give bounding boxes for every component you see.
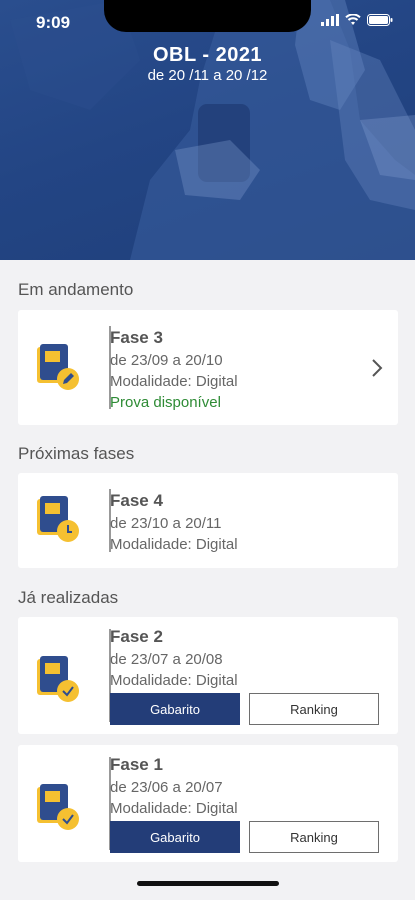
gabarito-button[interactable]: Gabarito	[110, 693, 240, 725]
phase-status: Prova disponível	[110, 394, 221, 411]
phase-mode: Modalidade: Digital	[110, 672, 238, 689]
phase-dates: de 23/10 a 20/11	[110, 515, 222, 532]
status-time: 9:09	[36, 13, 71, 32]
phase-info: Fase 4 de 23/10 a 20/11 Modalidade: Digi…	[110, 491, 238, 553]
phase-dates: de 23/09 a 20/10	[110, 352, 223, 369]
home-indicator[interactable]	[137, 881, 279, 886]
page-subtitle: de 20 /11 a 20 /12	[147, 67, 268, 84]
section-in-progress: Em andamento	[18, 280, 134, 299]
page-title: OBL - 2021	[152, 44, 263, 66]
phase-card-fase3[interactable]: Fase 3 de 23/09 a 20/10 Modalidade: Digi…	[18, 310, 398, 425]
phase-name: Fase 2	[110, 627, 163, 646]
phase-dates: de 23/07 a 20/08	[110, 651, 223, 668]
battery-icon	[367, 14, 393, 26]
ranking-button[interactable]: Ranking	[249, 821, 379, 853]
phase-name: Fase 1	[110, 755, 163, 774]
phase-card-fase1: Fase 1 de 23/06 a 20/07 Modalidade: Digi…	[18, 745, 398, 862]
status-icons	[321, 14, 393, 26]
phase-card-fase4: Fase 4 de 23/10 a 20/11 Modalidade: Digi…	[18, 473, 398, 568]
signal-icon	[321, 14, 339, 26]
device-notch	[104, 0, 311, 32]
phase-info: Fase 3 de 23/09 a 20/10 Modalidade: Digi…	[110, 328, 238, 411]
book-check-icon	[34, 655, 82, 707]
status-bar: 9:09	[0, 0, 415, 44]
gabarito-button[interactable]: Gabarito	[110, 821, 240, 853]
ranking-button[interactable]: Ranking	[249, 693, 379, 725]
book-clock-icon	[34, 495, 82, 547]
section-upcoming: Próximas fases	[18, 444, 135, 463]
wifi-icon	[345, 14, 361, 25]
phase-name: Fase 3	[110, 328, 163, 347]
book-edit-icon	[34, 343, 82, 395]
phase-info: Fase 2 de 23/07 a 20/08 Modalidade: Digi…	[110, 627, 238, 689]
chevron-right-icon[interactable]	[370, 356, 384, 380]
phase-dates: de 23/06 a 20/07	[110, 779, 223, 796]
phase-name: Fase 4	[110, 491, 163, 510]
section-completed: Já realizadas	[18, 588, 119, 607]
phase-info: Fase 1 de 23/06 a 20/07 Modalidade: Digi…	[110, 755, 238, 817]
phase-card-fase2: Fase 2 de 23/07 a 20/08 Modalidade: Digi…	[18, 617, 398, 734]
phase-mode: Modalidade: Digital	[110, 373, 238, 390]
book-check-icon	[34, 783, 82, 835]
phase-mode: Modalidade: Digital	[110, 800, 238, 817]
phase-mode: Modalidade: Digital	[110, 536, 238, 553]
